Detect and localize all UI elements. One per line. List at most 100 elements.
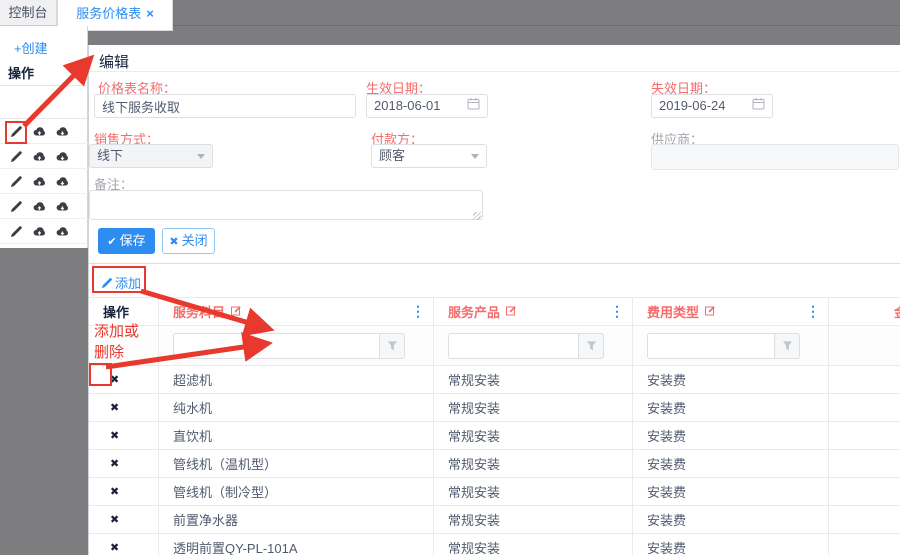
table-row: ✖ 前置净水器 常规安装 安装费 — [89, 506, 900, 534]
remark-textarea[interactable] — [89, 190, 483, 220]
cell-subject: 超滤机 — [159, 366, 434, 393]
cloud-download-icon[interactable] — [55, 176, 69, 187]
row-delete-button[interactable]: ✖ — [103, 485, 119, 498]
column-header-operation: 操作 — [89, 298, 159, 325]
page: 控制台 服务价格表× +创建 操作 编辑 价格表名称： — [0, 0, 900, 555]
edit-header-icon[interactable] — [705, 304, 716, 319]
cell-product: 常规安装 — [434, 478, 633, 505]
column-header-subject: 服务科目 ⋮ — [159, 298, 434, 325]
fee-type-filter-input[interactable] — [647, 333, 774, 359]
cloud-upload-icon[interactable] — [32, 126, 46, 137]
filter-cell-amount — [829, 326, 900, 365]
tab-close-icon[interactable]: × — [146, 6, 154, 21]
tab-label: 服务价格表 — [76, 6, 141, 21]
product-filter-input[interactable] — [448, 333, 578, 359]
row-delete-button[interactable]: ✖ — [103, 429, 119, 442]
payer-select[interactable]: 顾客 — [371, 144, 487, 168]
edit-pencil-icon[interactable] — [10, 125, 23, 138]
funnel-icon[interactable] — [379, 333, 405, 359]
cell-amount — [829, 534, 900, 555]
add-row-button[interactable]: 添加 — [101, 273, 141, 292]
column-menu-icon[interactable]: ⋮ — [610, 303, 624, 320]
edit-header-icon[interactable] — [231, 304, 242, 319]
operation-rows — [0, 119, 88, 244]
name-input[interactable] — [94, 94, 356, 118]
cloud-upload-icon[interactable] — [32, 226, 46, 237]
operation-row — [0, 144, 88, 169]
grid-header-row: 操作 服务科目 ⋮ 服务产品 ⋮ 费用类型 ⋮ 金额 — [89, 297, 900, 326]
filter-cell-empty — [89, 326, 159, 365]
edit-header-icon[interactable] — [506, 304, 517, 319]
row-delete-button[interactable]: ✖ — [103, 401, 119, 414]
row-delete-button[interactable]: ✖ — [103, 541, 119, 554]
operation-row — [0, 169, 88, 194]
cloud-download-icon[interactable] — [55, 226, 69, 237]
cloud-download-icon[interactable] — [55, 126, 69, 137]
cell-fee-type: 安装费 — [633, 366, 829, 393]
dialog-title: 编辑 — [99, 51, 129, 72]
save-button[interactable]: ✔保存 — [98, 228, 155, 254]
edit-dialog: 编辑 价格表名称： 生效日期： 2018-06-01 失效日期： 2019-06… — [88, 45, 900, 555]
cell-subject: 管线机（制冷型） — [159, 478, 434, 505]
row-delete-button[interactable]: ✖ — [103, 373, 119, 386]
cloud-upload-icon[interactable] — [32, 151, 46, 162]
operation-row — [0, 194, 88, 219]
filter-cell-subject — [159, 326, 434, 365]
cell-amount — [829, 366, 900, 393]
sale-mode-select[interactable]: 线下 — [89, 144, 213, 168]
cell-product: 常规安装 — [434, 366, 633, 393]
column-menu-icon[interactable]: ⋮ — [411, 303, 425, 320]
x-icon: ✖ — [169, 236, 178, 248]
cell-amount — [829, 506, 900, 533]
price-items-grid: 添加 操作 服务科目 ⋮ 服务产品 ⋮ 费用类型 ⋮ — [89, 263, 900, 264]
cell-amount — [829, 450, 900, 477]
effective-date-input[interactable]: 2018-06-01 — [366, 94, 488, 118]
row-delete-button[interactable]: ✖ — [103, 457, 119, 470]
cloud-download-icon[interactable] — [55, 151, 69, 162]
row-delete-button[interactable]: ✖ — [103, 513, 119, 526]
create-button[interactable]: +创建 — [14, 38, 48, 57]
check-icon: ✔ — [107, 236, 116, 248]
column-menu-icon[interactable]: ⋮ — [806, 303, 820, 320]
cloud-download-icon[interactable] — [55, 201, 69, 212]
filter-cell-fee-type — [633, 326, 829, 365]
cell-fee-type: 安装费 — [633, 422, 829, 449]
edit-pencil-icon[interactable] — [10, 175, 23, 188]
cell-subject: 前置净水器 — [159, 506, 434, 533]
cell-amount — [829, 478, 900, 505]
table-row: ✖ 直饮机 常规安装 安装费 — [89, 422, 900, 450]
column-header-product: 服务产品 ⋮ — [434, 298, 633, 325]
cell-subject: 管线机（温机型） — [159, 450, 434, 477]
subject-filter-input[interactable] — [173, 333, 379, 359]
calendar-icon — [467, 95, 480, 117]
calendar-icon — [752, 95, 765, 117]
table-row: ✖ 管线机（温机型） 常规安装 安装费 — [89, 450, 900, 478]
chevron-down-icon — [471, 154, 479, 159]
cell-product: 常规安装 — [434, 422, 633, 449]
edit-pencil-icon[interactable] — [10, 150, 23, 163]
cloud-upload-icon[interactable] — [32, 201, 46, 212]
grid-body: ✖ 超滤机 常规安装 安装费 ✖ 纯水机 常规安装 安装费 ✖ 直饮机 常规安装… — [89, 366, 900, 555]
close-button[interactable]: ✖关闭 — [162, 228, 215, 254]
background-list-panel: +创建 操作 — [0, 26, 88, 248]
cell-fee-type: 安装费 — [633, 534, 829, 555]
expire-date-input[interactable]: 2019-06-24 — [651, 94, 773, 118]
cell-fee-type: 安装费 — [633, 506, 829, 533]
cell-product: 常规安装 — [434, 394, 633, 421]
funnel-icon[interactable] — [578, 333, 604, 359]
edit-pencil-icon[interactable] — [10, 200, 23, 213]
table-row: ✖ 透明前置QY-PL-101A 常规安装 安装费 — [89, 534, 900, 555]
chevron-down-icon — [197, 154, 205, 159]
tab-console[interactable]: 控制台 — [0, 0, 57, 25]
cell-product: 常规安装 — [434, 534, 633, 555]
resize-grip-icon[interactable] — [473, 212, 481, 220]
plus-icon: + — [14, 41, 22, 56]
column-header-fee-type: 费用类型 ⋮ — [633, 298, 829, 325]
cell-amount — [829, 394, 900, 421]
cell-fee-type: 安装费 — [633, 478, 829, 505]
edit-pencil-icon[interactable] — [10, 225, 23, 238]
supplier-input[interactable] — [651, 144, 899, 170]
funnel-icon[interactable] — [774, 333, 800, 359]
cell-fee-type: 安装费 — [633, 450, 829, 477]
cloud-upload-icon[interactable] — [32, 176, 46, 187]
